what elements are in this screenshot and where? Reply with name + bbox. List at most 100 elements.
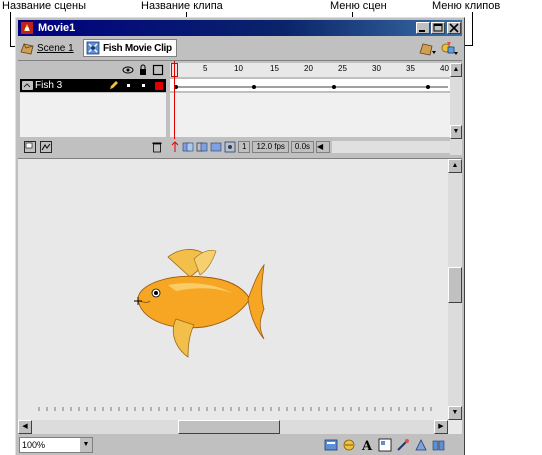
timeline-vscroll[interactable]: ▲ ▼ [450,63,462,155]
leader-line [10,12,11,47]
playhead-line [174,61,175,139]
character-panel-icon[interactable]: A [360,438,374,452]
movie-clip-icon [86,41,100,55]
movie-explorer-icon[interactable] [414,438,428,452]
timeline-hscroll-track[interactable] [332,141,450,153]
ruler-tick-label: 10 [234,64,243,73]
instance-panel-icon[interactable] [378,438,392,452]
library-icon[interactable] [432,438,446,452]
svg-text:A: A [361,439,373,452]
layer-footer [18,139,168,155]
visibility-dot[interactable] [127,84,130,87]
keyframe-dot [252,85,256,89]
eye-icon[interactable] [122,65,134,75]
trash-icon[interactable] [152,141,162,153]
edit-multiple-frames-icon[interactable] [210,141,222,153]
fish-tail-fin [247,263,265,340]
modify-onion-markers-icon[interactable] [224,141,236,153]
mixer-panel-icon[interactable] [342,438,356,452]
layer-icon [22,81,33,90]
center-frame-icon[interactable] [170,141,180,153]
symbols-menu-icon [441,42,458,55]
timeline-scroll-up-button[interactable]: ▲ [450,63,462,77]
edit-scene-menu-button[interactable] [418,39,438,57]
clip-name-label: Fish Movie Clip [103,42,172,54]
ruler-tick-label: 40 [440,64,449,73]
breadcrumb-clip[interactable]: Fish Movie Clip [83,39,177,57]
maximize-button[interactable] [431,22,445,34]
ruler-tick-label: 15 [270,64,279,73]
callout-scene-name: Название сцены [2,0,86,12]
stage-vscroll-thumb[interactable] [448,267,462,303]
leader-line [472,12,473,46]
scene-icon [20,43,34,55]
frame-rate-display: 12.0 fps [252,141,289,153]
layer-panel: Fish 3 [18,61,168,157]
frames-panel: 5 10 15 20 25 30 35 40 1 12.0 fps 0.0s ◀… [170,61,462,157]
layer-row[interactable]: Fish 3 [20,79,166,92]
keyframe-dot [332,85,336,89]
info-panel-icon[interactable] [324,438,338,452]
ruler-tick-label: 5 [203,64,208,73]
current-frame-display: 1 [238,141,251,153]
stage-hscroll[interactable]: ◀ ▶ [18,420,448,434]
chevron-down-icon[interactable]: ▼ [79,438,92,452]
close-icon [449,23,459,33]
actions-panel-icon[interactable] [396,438,410,452]
movie-window: Movie1 Scene 1 Fish Movie Clip Fish 3 5 … [15,17,465,455]
callout-clip-menu: Меню клипов [432,0,501,12]
zoom-dropdown[interactable]: 100% ▼ [19,437,93,453]
stage-container: ▲ ▼ ◀ ▶ [18,158,462,434]
lock-icon[interactable] [138,64,148,76]
keyframe-track [174,85,448,89]
timeline-scroll-left-button[interactable]: ◀ [316,141,331,153]
lock-dot[interactable] [142,84,145,87]
ruler-tick-label: 20 [304,64,313,73]
layer-name: Fish 3 [35,80,63,91]
ruler-tick-label: 35 [406,64,415,73]
frame-ruler[interactable]: 5 10 15 20 25 30 35 40 [170,63,450,77]
edit-bar: Scene 1 Fish Movie Clip [18,37,462,59]
edit-symbols-menu-button[interactable] [440,39,460,57]
stage-scroll-up-button[interactable]: ▲ [448,159,462,173]
minimize-icon [419,30,425,32]
outline-icon[interactable] [152,64,164,76]
scene-menu-icon [419,43,436,56]
close-button[interactable] [447,22,461,34]
window-title: Movie1 [38,22,76,34]
timeline-panel: Fish 3 5 10 15 20 25 30 35 40 1 12.0 fps… [18,60,462,156]
stage-canvas[interactable] [18,159,448,420]
callout-scene-menu: Меню сцен [330,0,387,12]
callout-clip-name: Название клипа [141,0,223,12]
layer-color-swatch[interactable] [155,82,163,90]
stage-scroll-left-button[interactable]: ◀ [18,420,32,434]
fish-illustration [134,249,265,358]
stage-scroll-right-button[interactable]: ▶ [434,420,448,434]
minimize-button[interactable] [416,22,430,34]
scene-name-label: Scene 1 [37,42,74,54]
flash-app-icon [21,22,33,34]
stage-drawing [38,165,442,411]
zoom-value: 100% [22,440,46,450]
ruler-tick-label: 25 [338,64,347,73]
timeline-scroll-down-button[interactable]: ▼ [450,125,462,139]
onion-skin-icon[interactable] [182,141,194,153]
fish-pectoral-fin [172,318,195,358]
title-bar[interactable]: Movie1 [18,20,462,36]
pencil-icon [110,81,118,89]
add-guide-layer-icon[interactable] [40,141,52,153]
stage-scroll-down-button[interactable]: ▼ [448,406,462,420]
stage-vscroll[interactable]: ▲ ▼ [448,159,462,420]
elapsed-time-display: 0.0s [290,141,315,153]
timeline-status-bar: 1 12.0 fps 0.0s ◀ [170,139,450,155]
layer-header [18,63,168,77]
breadcrumb-scene[interactable]: Scene 1 [20,40,74,56]
onion-outline-icon[interactable] [196,141,208,153]
ruler-tick-label: 30 [372,64,381,73]
bottom-bar: 100% ▼ A [18,435,462,455]
stage-hscroll-thumb[interactable] [178,420,280,434]
frames-empty [170,93,450,137]
frame-row[interactable] [170,79,450,92]
keyframe-dot [426,85,430,89]
insert-layer-icon[interactable] [24,141,36,153]
